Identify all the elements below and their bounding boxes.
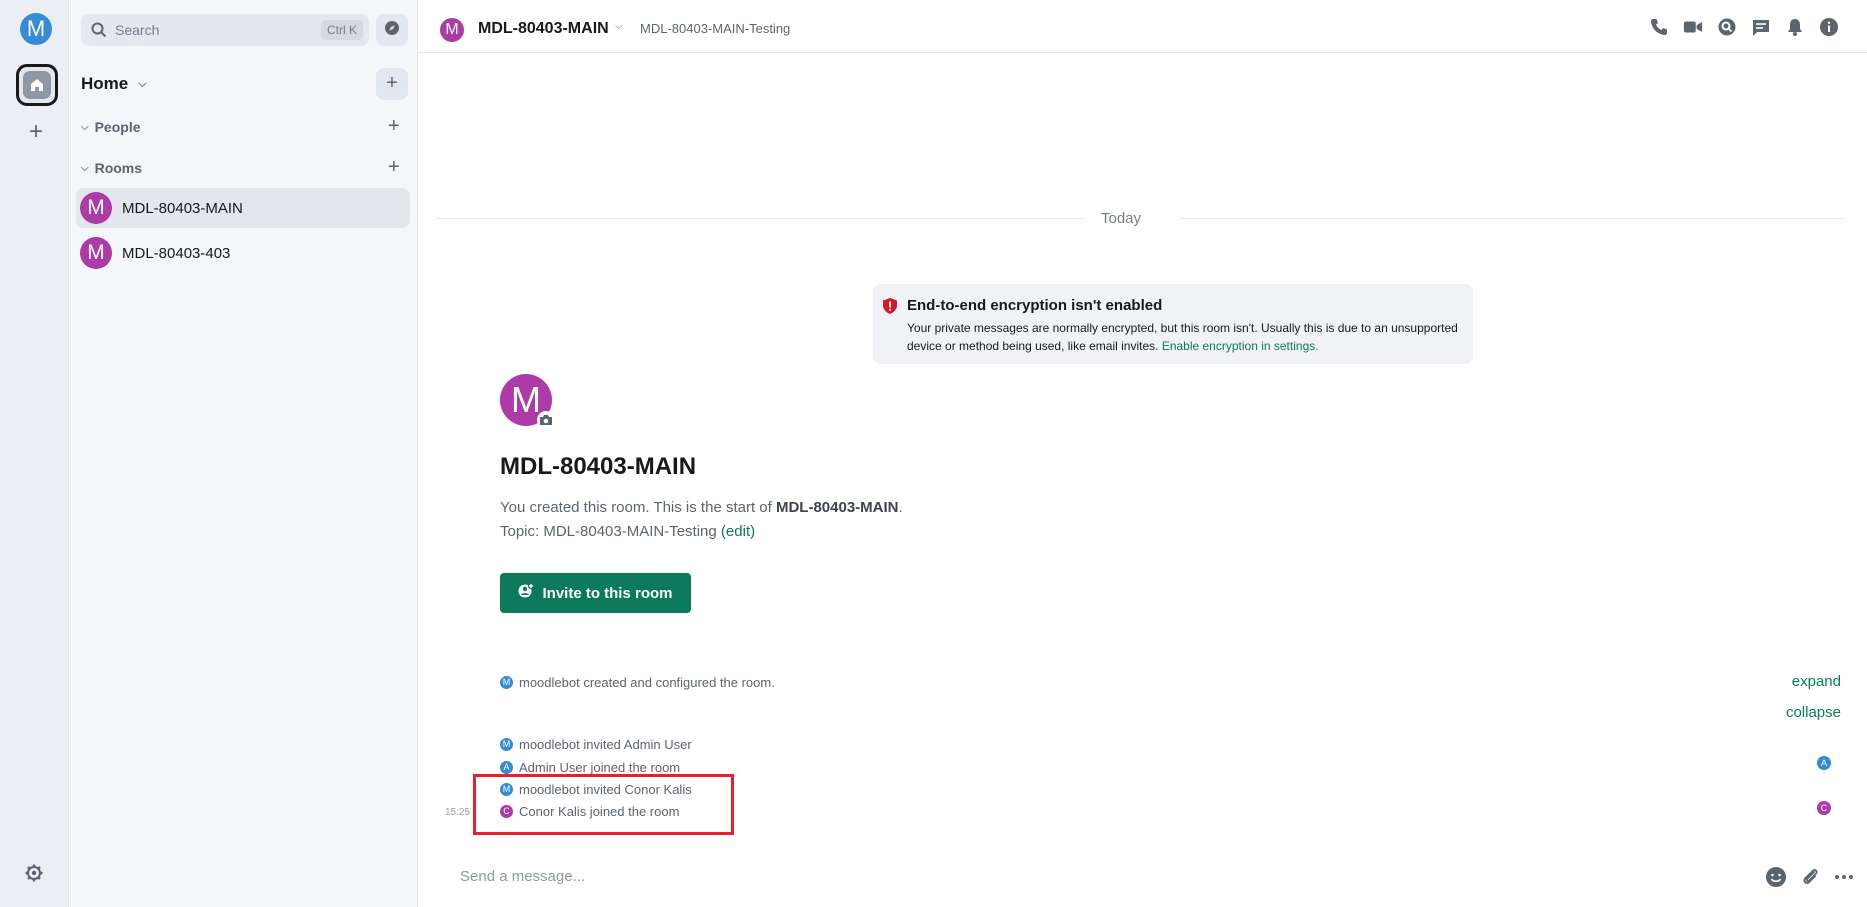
room-header-topic[interactable]: MDL-80403-MAIN-Testing <box>640 21 790 36</box>
app-window: M + Search Ctrl K Home ⌵ + ⌵ People + ⌵ … <box>0 0 1867 907</box>
attachment-icon[interactable] <box>1799 866 1821 888</box>
invite-to-room-button[interactable]: Invite to this room <box>500 573 691 613</box>
edit-topic-link[interactable]: edit <box>726 523 750 540</box>
room-intro-title: MDL-80403-MAIN <box>500 453 697 480</box>
encryption-notice: End-to-end encryption isn't enabled Your… <box>873 284 1473 364</box>
room-avatar: M <box>80 237 112 269</box>
add-people-button[interactable]: + <box>388 115 400 138</box>
room-intro-topic: Topic: MDL-80403-MAIN-Testing (edit) <box>500 523 755 540</box>
room-name: MDL-80403-MAIN <box>122 199 243 217</box>
invite-button-label: Invite to this room <box>542 584 673 602</box>
edit-topic-close-paren: ) <box>750 523 756 540</box>
create-space-button[interactable]: + <box>24 120 48 144</box>
emoji-icon[interactable] <box>1765 866 1787 888</box>
enable-encryption-link[interactable]: Enable encryption in settings. <box>1162 339 1319 353</box>
settings-gear-icon[interactable] <box>24 863 46 885</box>
add-room-to-section-button[interactable]: + <box>388 156 400 179</box>
room-name: MDL-80403-403 <box>122 244 231 262</box>
room-item-mdl-80403-403[interactable]: M MDL-80403-403 <box>76 233 410 273</box>
explore-rooms-button[interactable] <box>376 14 408 46</box>
info-icon[interactable] <box>1819 17 1839 37</box>
home-icon <box>23 71 51 99</box>
bell-icon[interactable] <box>1785 17 1805 37</box>
timeline-event: M moodlebot created and configured the r… <box>500 675 775 690</box>
add-user-icon <box>518 583 535 603</box>
chat-icon[interactable] <box>1751 17 1771 37</box>
room-header-avatar[interactable]: M <box>440 18 464 42</box>
user-menu-avatar[interactable]: M <box>20 13 52 45</box>
event-avatar[interactable]: M <box>500 676 513 689</box>
expand-events-link[interactable]: expand <box>1792 673 1841 690</box>
room-intro-created: You created this room. This is the start… <box>500 499 903 516</box>
event-avatar[interactable]: A <box>500 761 513 774</box>
phone-icon[interactable] <box>1649 17 1669 37</box>
room-item-mdl-80403-main[interactable]: M MDL-80403-MAIN <box>76 188 410 228</box>
encryption-notice-body: Your private messages are normally encry… <box>907 319 1467 355</box>
home-label: Home <box>81 74 129 93</box>
message-input[interactable]: Send a message... <box>460 868 585 885</box>
section-label: Rooms <box>94 160 143 176</box>
add-room-button[interactable]: + <box>376 68 408 100</box>
event-text: moodlebot invited Admin User <box>519 737 692 752</box>
search-input[interactable]: Search Ctrl K <box>81 14 369 46</box>
event-text: Admin User joined the room <box>519 760 681 775</box>
search-shortcut-hint: Ctrl K <box>321 20 363 40</box>
read-receipt-avatar[interactable]: A <box>1817 756 1831 770</box>
section-people-header[interactable]: ⌵ People <box>81 119 141 135</box>
chevron-down-icon[interactable]: ⌵ <box>615 21 623 32</box>
encryption-notice-title: End-to-end encryption isn't enabled <box>907 297 1163 314</box>
chevron-down-icon: ⌵ <box>81 121 89 133</box>
space-bar: M + <box>0 0 69 907</box>
more-options-icon[interactable] <box>1833 866 1855 888</box>
date-separator-line <box>1180 218 1846 219</box>
date-separator-line <box>436 218 1086 219</box>
threads-icon[interactable] <box>1717 17 1737 37</box>
message-composer: Send a message... <box>418 855 1867 907</box>
event-text: moodlebot created and configured the roo… <box>519 675 775 690</box>
home-space-button[interactable] <box>16 64 58 106</box>
event-avatar[interactable]: M <box>500 738 513 751</box>
topic-text: Topic: MDL-80403-MAIN-Testing <box>500 523 721 540</box>
annotation-highlight-box <box>473 774 734 835</box>
composer-actions <box>1765 866 1855 888</box>
chevron-down-icon: ⌵ <box>81 162 89 174</box>
search-icon <box>91 22 107 38</box>
created-room-name: MDL-80403-MAIN <box>775 499 899 516</box>
room-list-panel: Search Ctrl K Home ⌵ + ⌵ People + ⌵ Room… <box>70 0 418 907</box>
read-receipt-avatar[interactable]: C <box>1817 801 1831 815</box>
home-menu[interactable]: Home ⌵ <box>81 74 147 94</box>
room-header-actions <box>1649 17 1839 37</box>
section-rooms-header[interactable]: ⌵ Rooms <box>81 160 142 176</box>
room-header: M MDL-80403-MAIN ⌵ MDL-80403-MAIN-Testin… <box>418 0 1867 53</box>
date-separator: Today <box>1101 210 1142 227</box>
search-placeholder: Search <box>115 22 160 38</box>
collapse-events-link[interactable]: collapse <box>1786 704 1841 721</box>
room-avatar: M <box>80 192 112 224</box>
room-header-title[interactable]: MDL-80403-MAIN <box>478 20 609 38</box>
camera-icon[interactable] <box>537 411 555 429</box>
created-suffix: . <box>898 499 903 516</box>
compass-icon <box>384 20 400 41</box>
event-timestamp: 15:25 <box>445 807 471 818</box>
created-prefix: You created this room. This is the start… <box>500 499 776 516</box>
chevron-down-icon: ⌵ <box>138 77 147 90</box>
timeline-event: A Admin User joined the room <box>500 760 680 775</box>
section-label: People <box>94 119 141 135</box>
timeline-event: M moodlebot invited Admin User <box>500 737 692 752</box>
video-icon[interactable] <box>1683 17 1703 37</box>
shield-warning-icon <box>883 298 897 314</box>
